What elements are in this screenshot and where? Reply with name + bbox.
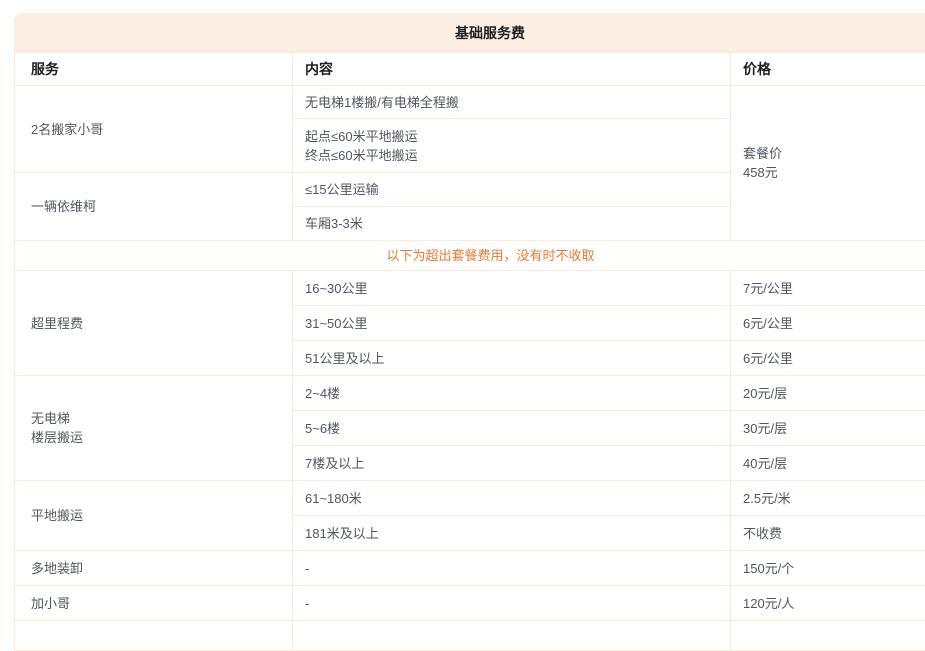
content-cell: 起点≤60米平地搬运 终点≤60米平地搬运 [293, 119, 731, 173]
price-cell: 40元/层 [731, 446, 925, 481]
content-cell: 7楼及以上 [293, 446, 731, 481]
column-header-price: 价格 [731, 53, 925, 86]
pricing-table-card: 基础服务费 服务 内容 价格 2名搬家小哥 无电梯1楼搬/有电梯全程搬 套餐价 … [14, 13, 925, 651]
service-cell: 平地搬运 [15, 481, 293, 551]
content-cell: 16~30公里 [293, 271, 731, 306]
service-cell: 超里程费 [15, 271, 293, 376]
content-cell: - [293, 551, 731, 586]
service-cell: 多地装卸 [15, 551, 293, 586]
price-cell: 6元/公里 [731, 306, 925, 341]
service-cell: 无电梯 楼层搬运 [15, 376, 293, 481]
price-cell: 6元/公里 [731, 341, 925, 376]
content-cell: 5~6楼 [293, 411, 731, 446]
column-header-content: 内容 [293, 53, 731, 86]
service-cell: 加小哥 [15, 586, 293, 621]
content-cell: 无电梯1楼搬/有电梯全程搬 [293, 86, 731, 119]
content-cell: 车厢3-3米 [293, 207, 731, 241]
table-row: 超里程费 16~30公里 7元/公里 [15, 271, 925, 306]
price-cell: 7元/公里 [731, 271, 925, 306]
table-title: 基础服务费 [14, 13, 925, 52]
content-cell: 2~4楼 [293, 376, 731, 411]
package-price-value: 458元 [743, 163, 925, 182]
content-cell: ≤15公里运输 [293, 173, 731, 207]
content-cell: - [293, 586, 731, 621]
content-cell: 51公里及以上 [293, 341, 731, 376]
price-cell: 120元/人 [731, 586, 925, 621]
column-header-row: 服务 内容 价格 [15, 53, 925, 86]
content-cell [293, 621, 731, 651]
price-cell: 20元/层 [731, 376, 925, 411]
table-row: 2名搬家小哥 无电梯1楼搬/有电梯全程搬 套餐价 458元 [15, 86, 925, 119]
pricing-table: 服务 内容 价格 2名搬家小哥 无电梯1楼搬/有电梯全程搬 套餐价 458元 起… [14, 52, 925, 651]
content-cell: 181米及以上 [293, 516, 731, 551]
table-row [15, 621, 925, 651]
content-cell: 61~180米 [293, 481, 731, 516]
price-cell: 150元/个 [731, 551, 925, 586]
package-price-label: 套餐价 [743, 144, 925, 163]
price-cell: 30元/层 [731, 411, 925, 446]
table-row: 平地搬运 61~180米 2.5元/米 [15, 481, 925, 516]
price-cell: 不收费 [731, 516, 925, 551]
table-row: 多地装卸 - 150元/个 [15, 551, 925, 586]
service-cell: 2名搬家小哥 [15, 86, 293, 173]
content-cell: 31~50公里 [293, 306, 731, 341]
notice-row: 以下为超出套餐费用，没有时不收取 [15, 241, 925, 271]
service-cell [15, 621, 293, 651]
price-cell: 2.5元/米 [731, 481, 925, 516]
table-row: 加小哥 - 120元/人 [15, 586, 925, 621]
service-cell: 一辆依维柯 [15, 173, 293, 241]
table-row: 无电梯 楼层搬运 2~4楼 20元/层 [15, 376, 925, 411]
notice-text: 以下为超出套餐费用，没有时不收取 [15, 241, 925, 271]
package-price-cell: 套餐价 458元 [731, 86, 925, 241]
price-cell [731, 621, 925, 651]
column-header-service: 服务 [15, 53, 293, 86]
